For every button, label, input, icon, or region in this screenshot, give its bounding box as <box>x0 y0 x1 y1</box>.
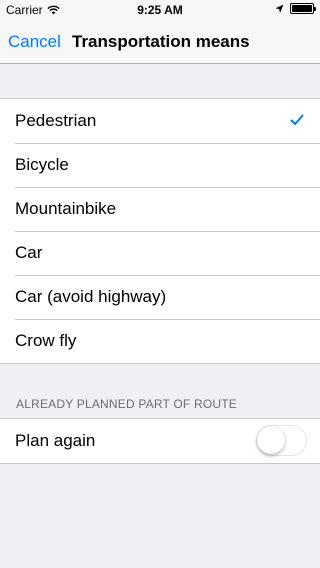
means-item-car[interactable]: Car <box>0 231 320 275</box>
transport-means-list: Pedestrian Bicycle Mountainbike Car Car … <box>0 98 320 364</box>
means-item-mountainbike[interactable]: Mountainbike <box>0 187 320 231</box>
means-item-label: Mountainbike <box>15 199 117 218</box>
status-bar: Carrier 9:25 AM <box>0 0 320 20</box>
plan-again-toggle[interactable] <box>256 425 307 456</box>
means-item-bicycle[interactable]: Bicycle <box>0 143 320 187</box>
checkmark-icon <box>290 114 304 125</box>
section-header-planned-route: ALREADY PLANNED PART OF ROUTE <box>16 397 237 411</box>
means-item-crow-fly[interactable]: Crow fly <box>0 319 320 363</box>
replan-list: Plan again <box>0 418 320 464</box>
plan-again-row: Plan again <box>0 419 320 463</box>
battery-icon <box>290 3 316 14</box>
page-title: Transportation means <box>72 32 250 51</box>
plan-again-label: Plan again <box>15 431 96 450</box>
means-item-pedestrian[interactable]: Pedestrian <box>0 99 320 143</box>
means-item-label: Car (avoid highway) <box>15 287 167 306</box>
navigation-bar: Cancel Transportation means <box>0 20 320 64</box>
battery-level <box>292 5 312 12</box>
means-item-label: Car <box>15 243 43 262</box>
toggle-knob <box>257 426 285 454</box>
cancel-button[interactable]: Cancel <box>8 32 61 52</box>
location-arrow-icon <box>275 4 284 13</box>
status-time: 9:25 AM <box>137 3 183 17</box>
means-item-car-avoid-highway[interactable]: Car (avoid highway) <box>0 275 320 319</box>
means-item-label: Crow fly <box>15 331 77 350</box>
means-item-label: Bicycle <box>15 155 69 174</box>
means-item-label: Pedestrian <box>15 111 97 130</box>
status-right <box>275 3 316 14</box>
